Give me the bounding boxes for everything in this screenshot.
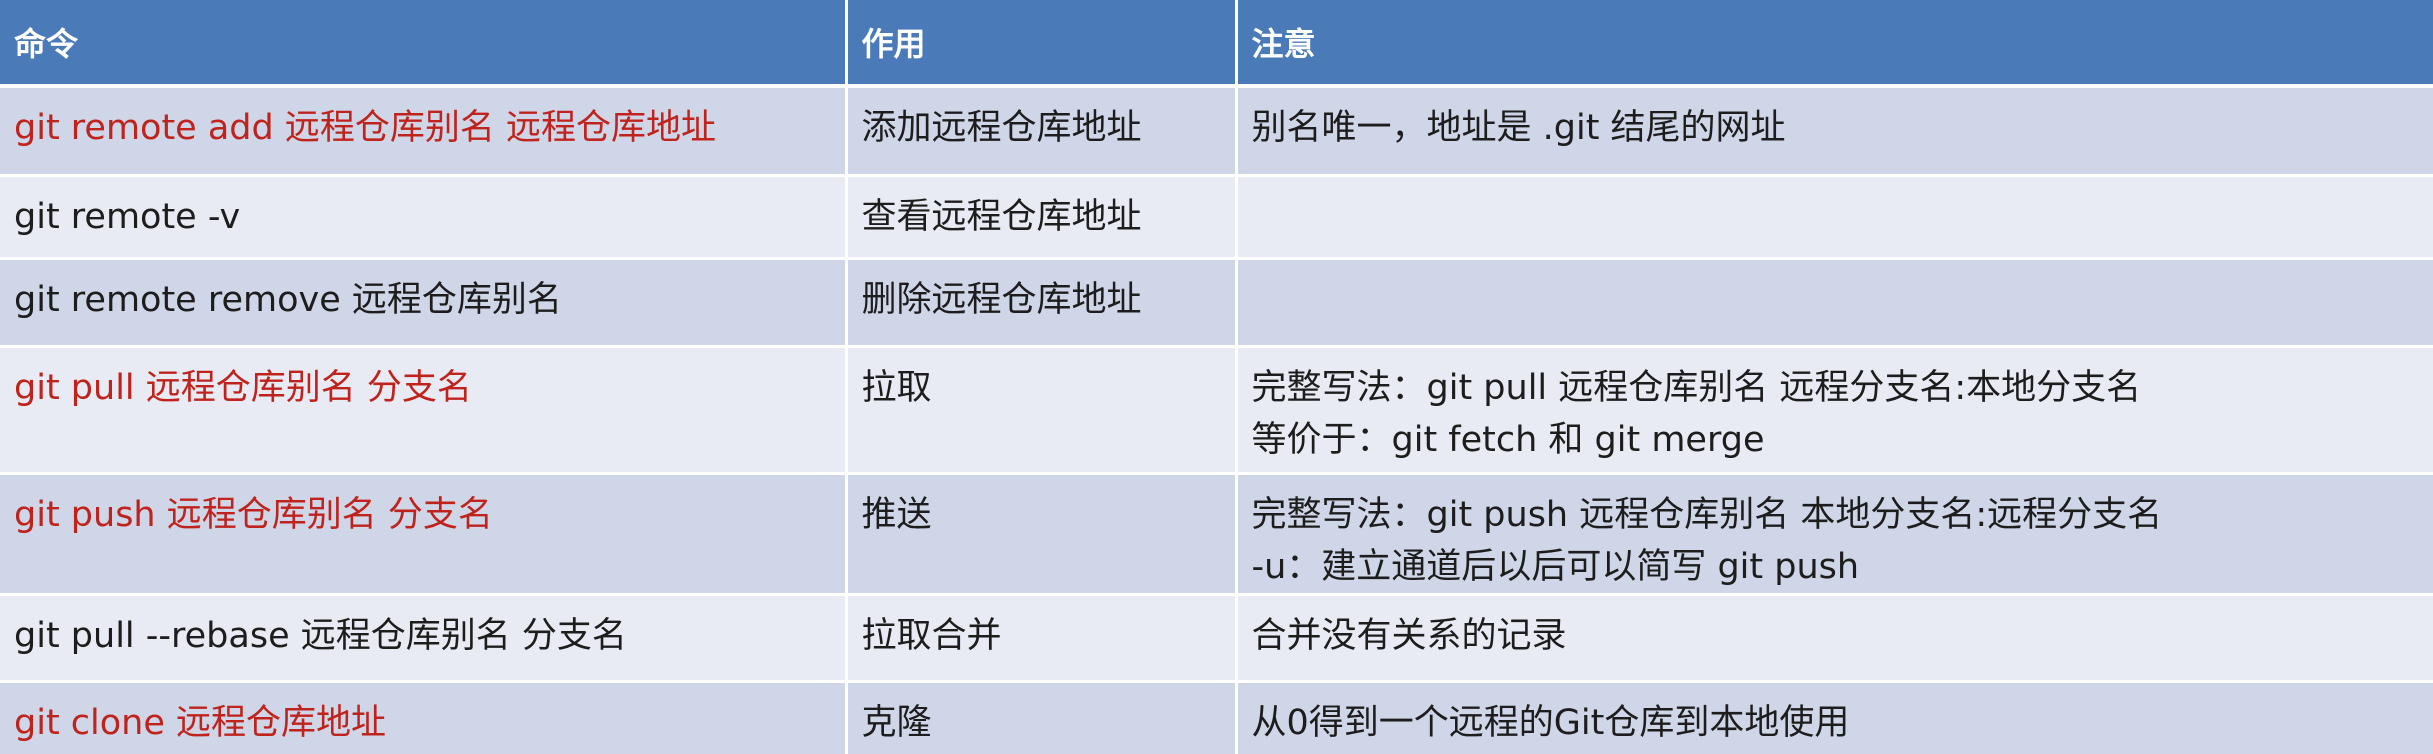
- table-row: git pull --rebase 远程仓库别名 分支名 拉取合并 合并没有关系…: [0, 594, 2433, 683]
- command-cell: git remote remove 远程仓库别名: [0, 258, 848, 348]
- note-line: -u：建立通道后以后可以简写 git push: [1251, 547, 1860, 587]
- command-cell: git remote add 远程仓库别名 远程仓库地址: [0, 86, 848, 177]
- table-body: git remote add 远程仓库别名 远程仓库地址 添加远程仓库地址 别名…: [0, 86, 2433, 754]
- note-line: 等价于：git fetch 和 git merge: [1251, 420, 1765, 460]
- git-commands-sheet: 命令 作用 注意 git remote add 远程仓库别名 远程仓库地址 添加…: [0, 0, 2433, 754]
- purpose-cell: 添加远程仓库地址: [846, 86, 1238, 177]
- table-row: git remote remove 远程仓库别名 删除远程仓库地址: [0, 258, 2433, 348]
- command-cell: git push 远程仓库别名 分支名: [0, 473, 848, 596]
- header-purpose: 作用: [846, 0, 1238, 88]
- note-cell: 完整写法：git pull 远程仓库别名 远程分支名:本地分支名 等价于：git…: [1236, 346, 2433, 475]
- purpose-cell: 推送: [846, 473, 1238, 596]
- note-cell: 合并没有关系的记录: [1236, 594, 2433, 683]
- table-row: git pull 远程仓库别名 分支名 拉取 完整写法：git pull 远程仓…: [0, 346, 2433, 475]
- note-cell: [1236, 175, 2433, 260]
- note-line: 完整写法：git push 远程仓库别名 本地分支名:远程分支名: [1251, 495, 2163, 535]
- purpose-cell: 拉取合并: [846, 594, 1238, 683]
- command-cell: git pull --rebase 远程仓库别名 分支名: [0, 594, 848, 683]
- purpose-cell: 查看远程仓库地址: [846, 175, 1238, 260]
- command-cell: git clone 远程仓库地址: [0, 681, 848, 754]
- command-cell: git remote -v: [0, 175, 848, 260]
- note-line: 别名唯一，地址是 .git 结尾的网址: [1251, 108, 1786, 148]
- table-row: git remote -v 查看远程仓库地址: [0, 175, 2433, 260]
- note-cell: [1236, 258, 2433, 348]
- note-cell: 完整写法：git push 远程仓库别名 本地分支名:远程分支名 -u：建立通道…: [1236, 473, 2433, 596]
- header-command: 命令: [0, 0, 848, 88]
- note-cell: 别名唯一，地址是 .git 结尾的网址: [1236, 86, 2433, 177]
- table-row: git push 远程仓库别名 分支名 推送 完整写法：git push 远程仓…: [0, 473, 2433, 596]
- command-cell: git pull 远程仓库别名 分支名: [0, 346, 848, 475]
- table-row: git remote add 远程仓库别名 远程仓库地址 添加远程仓库地址 别名…: [0, 86, 2433, 177]
- purpose-cell: 克隆: [846, 681, 1238, 754]
- table-row: git clone 远程仓库地址 克隆 从0得到一个远程的Git仓库到本地使用: [0, 681, 2433, 754]
- purpose-cell: 删除远程仓库地址: [846, 258, 1238, 348]
- git-remote-commands-table: 命令 作用 注意 git remote add 远程仓库别名 远程仓库地址 添加…: [0, 0, 2433, 754]
- header-row: 命令 作用 注意: [0, 0, 2433, 88]
- table-header: 命令 作用 注意: [0, 0, 2433, 88]
- purpose-cell: 拉取: [846, 346, 1238, 475]
- note-line: 完整写法：git pull 远程仓库别名 远程分支名:本地分支名: [1251, 368, 2142, 408]
- note-cell: 从0得到一个远程的Git仓库到本地使用: [1236, 681, 2433, 754]
- header-note: 注意: [1236, 0, 2433, 88]
